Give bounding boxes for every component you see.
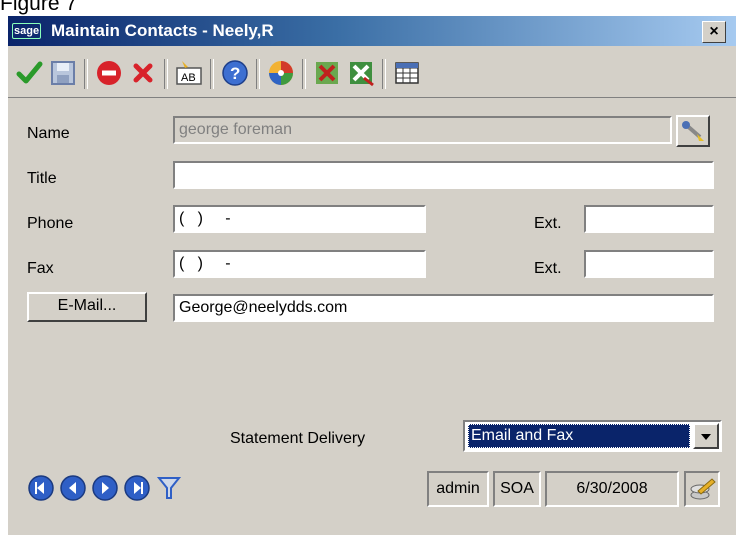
email-field[interactable]: George@neelydds.com [173, 294, 714, 322]
phone-ext-field[interactable] [584, 205, 714, 233]
name-field[interactable]: george foreman [173, 116, 672, 144]
toolbar-separator [164, 59, 168, 89]
toolbar-separator [302, 59, 306, 89]
lookup-button[interactable] [676, 115, 710, 147]
help-icon[interactable]: ? [220, 58, 250, 88]
previous-record-button[interactable] [59, 474, 87, 502]
rename-icon[interactable]: AB [174, 58, 204, 88]
phone-ext-label: Ext. [534, 215, 562, 232]
previous-record-icon [60, 475, 86, 501]
toolbar-separator [84, 59, 88, 89]
name-label: Name [27, 125, 70, 142]
grid-icon[interactable] [392, 58, 422, 88]
stop-icon[interactable] [94, 58, 124, 88]
title-field[interactable] [173, 161, 714, 189]
delete-icon[interactable] [128, 58, 158, 88]
toolbar-separator [256, 59, 260, 89]
maintain-contacts-window: sage Maintain Contacts - Neely,R × AB ? [8, 16, 736, 535]
disk-icon[interactable] [266, 58, 296, 88]
next-record-button[interactable] [91, 474, 119, 502]
chevron-down-icon [701, 434, 711, 440]
close-button[interactable]: × [702, 21, 726, 43]
next-record-icon [92, 475, 118, 501]
checkmark-icon[interactable] [14, 58, 44, 88]
phone-field[interactable]: ( ) - [173, 205, 426, 233]
dropdown-arrow-button[interactable] [693, 423, 719, 449]
figure-caption: Figure 7 [0, 0, 78, 15]
status-company: SOA [493, 471, 541, 507]
statement-delivery-select[interactable]: Email and Fax [463, 420, 722, 452]
last-record-button[interactable] [123, 474, 151, 502]
fax-ext-field[interactable] [584, 250, 714, 278]
toolbar-separator [382, 59, 386, 89]
fax-field[interactable]: ( ) - [173, 250, 426, 278]
first-record-button[interactable] [27, 474, 55, 502]
window-title: Maintain Contacts - Neely,R [51, 21, 274, 40]
status-user: admin [427, 471, 489, 507]
phone-label: Phone [27, 215, 74, 232]
pencil-lookup-icon [682, 121, 704, 141]
sage-logo: sage [12, 23, 42, 39]
email-button[interactable]: E-Mail... [27, 292, 147, 322]
status-date: 6/30/2008 [545, 471, 679, 507]
fax-ext-label: Ext. [534, 260, 562, 277]
pencil-edit-icon [690, 478, 716, 500]
statement-delivery-label: Statement Delivery [230, 430, 366, 447]
save-icon[interactable] [48, 58, 78, 88]
title-label: Title [27, 170, 57, 187]
toolbar-separator [210, 59, 214, 89]
red-x-tool-icon[interactable] [346, 58, 376, 88]
filter-button[interactable] [155, 474, 183, 502]
toolbar: AB ? [8, 49, 736, 98]
status-edit-button[interactable] [684, 471, 720, 507]
first-record-icon [28, 475, 54, 501]
svg-text:?: ? [230, 64, 240, 83]
svg-text:AB: AB [181, 72, 196, 84]
green-red-x-icon[interactable] [312, 58, 342, 88]
fax-label: Fax [27, 260, 54, 277]
filter-icon [156, 477, 182, 499]
statement-delivery-value: Email and Fax [468, 424, 690, 448]
title-bar[interactable]: sage Maintain Contacts - Neely,R × [8, 16, 736, 46]
last-record-icon [124, 475, 150, 501]
